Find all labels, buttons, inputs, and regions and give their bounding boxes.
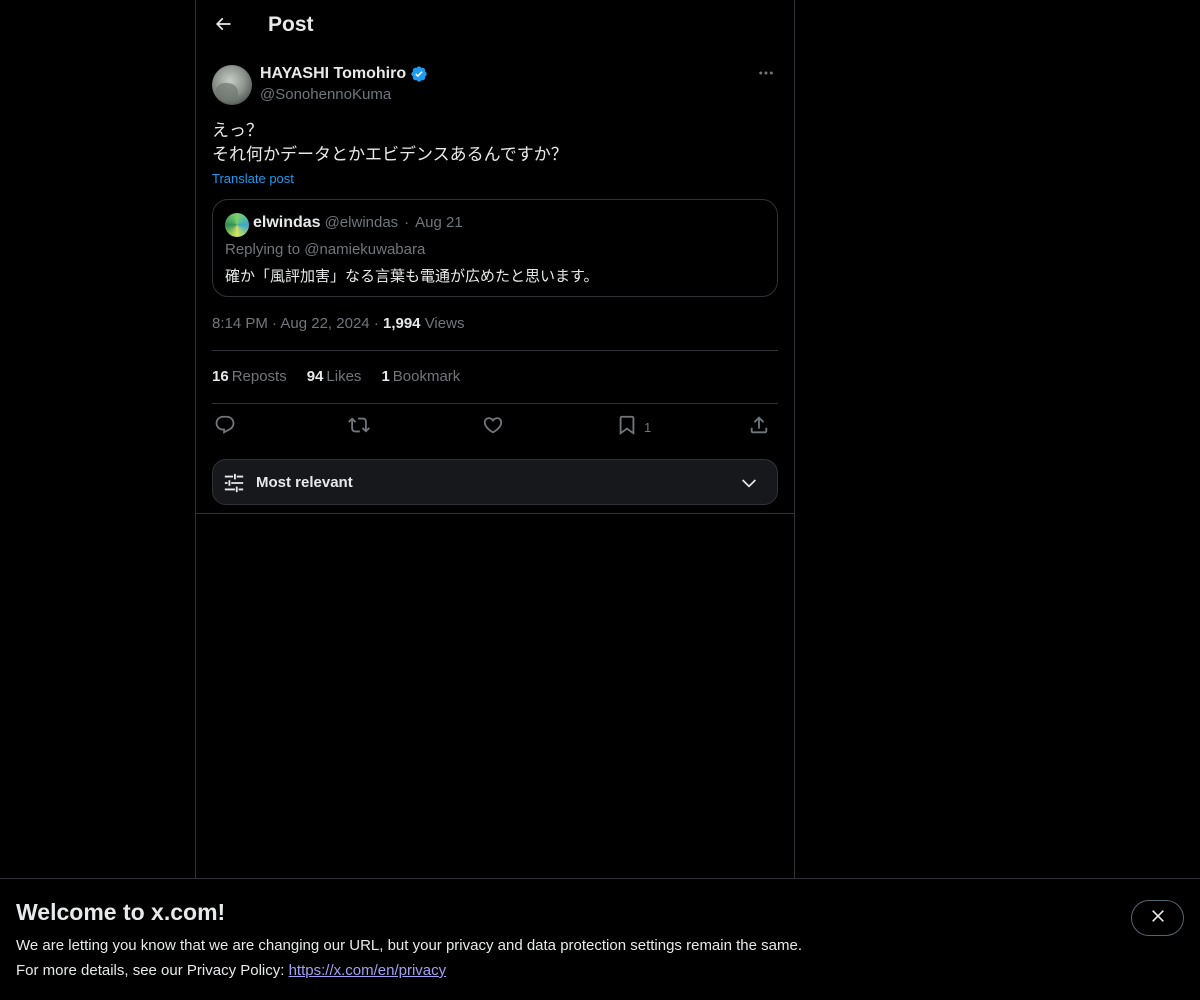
views-label: Views bbox=[424, 315, 465, 332]
share-button[interactable] bbox=[748, 414, 770, 440]
arrow-left-icon bbox=[213, 14, 233, 39]
share-icon bbox=[748, 414, 770, 441]
reply-icon bbox=[214, 414, 236, 441]
sort-label: Most relevant bbox=[256, 474, 353, 491]
post-stats: 16 Reposts 94 Likes 1 Bookmark bbox=[212, 368, 460, 385]
likes-count: 94 bbox=[306, 368, 324, 385]
quoted-post[interactable]: elwindas @elwindas · Aug 21 Replying to … bbox=[212, 199, 778, 297]
repost-button[interactable] bbox=[348, 414, 370, 440]
privacy-policy-link[interactable]: https://x.com/en/privacy bbox=[289, 962, 447, 979]
top-bar: Post bbox=[196, 0, 794, 53]
quote-avatar bbox=[225, 213, 249, 237]
heart-icon bbox=[482, 414, 504, 441]
post-text: えっ？ それ何かデータとかエビデンスあるんですか？ bbox=[212, 121, 568, 164]
banner-message: We are letting you know that we are chan… bbox=[16, 937, 802, 954]
quote-text: 確か「風評加害」なる言葉も電通が広めたと思います。 bbox=[225, 268, 599, 285]
separator-dot: · bbox=[404, 214, 410, 231]
bookmark-count: 1 bbox=[644, 419, 652, 435]
close-icon bbox=[1150, 908, 1166, 929]
avatar[interactable] bbox=[212, 65, 252, 105]
quote-date: Aug 21 bbox=[415, 214, 463, 231]
banner-title: Welcome to x.com! bbox=[16, 899, 226, 925]
divider bbox=[196, 513, 794, 514]
bookmark-button[interactable]: 1 bbox=[616, 414, 651, 440]
url-change-banner: Welcome to x.com! We are letting you kno… bbox=[0, 878, 1200, 1000]
main-column: Post HAYASHI Tomohiro @SonohennoKuma えっ？… bbox=[195, 0, 795, 1000]
reply-button[interactable] bbox=[214, 414, 236, 440]
quote-author-handle: @elwindas bbox=[324, 214, 399, 231]
back-button[interactable] bbox=[206, 9, 240, 43]
more-button[interactable] bbox=[754, 64, 778, 86]
quote-replying-to: Replying to @namiekuwabara bbox=[225, 241, 426, 258]
sort-replies-dropdown[interactable]: Most relevant bbox=[212, 459, 778, 505]
close-banner-button[interactable] bbox=[1131, 900, 1184, 936]
like-button[interactable] bbox=[482, 414, 504, 440]
views-count: 1,994 bbox=[382, 315, 421, 332]
bookmarks-count: 1 bbox=[381, 368, 390, 385]
reposts-stat[interactable]: 16 Reposts bbox=[212, 368, 287, 385]
reposts-label: Reposts bbox=[231, 368, 287, 385]
likes-label: Likes bbox=[326, 368, 362, 385]
page-title: Post bbox=[268, 13, 314, 36]
reposts-count: 16 bbox=[212, 368, 229, 385]
repost-icon bbox=[348, 414, 370, 441]
author-name-row[interactable]: HAYASHI Tomohiro bbox=[260, 65, 428, 83]
sliders-icon bbox=[223, 472, 245, 499]
quote-header: elwindas @elwindas · Aug 21 bbox=[253, 214, 463, 232]
banner-policy-prefix: For more details, see our Privacy Policy… bbox=[16, 962, 289, 979]
post-time[interactable]: 8:14 PM bbox=[212, 315, 268, 332]
verified-badge-icon bbox=[410, 65, 428, 83]
chevron-down-icon bbox=[739, 474, 759, 497]
banner-policy-line: For more details, see our Privacy Policy… bbox=[16, 962, 446, 979]
quote-author-name: elwindas bbox=[253, 214, 321, 231]
post-author: HAYASHI Tomohiro @SonohennoKuma bbox=[212, 64, 778, 106]
separator-dot: · bbox=[373, 315, 383, 332]
bookmarks-stat[interactable]: 1 Bookmark bbox=[381, 368, 460, 385]
post-date[interactable]: Aug 22, 2024 bbox=[280, 315, 369, 332]
divider bbox=[212, 350, 778, 351]
more-horizontal-icon bbox=[757, 64, 775, 87]
bookmarks-label: Bookmark bbox=[392, 368, 461, 385]
author-name[interactable]: HAYASHI Tomohiro bbox=[260, 65, 406, 83]
divider bbox=[212, 403, 778, 404]
likes-stat[interactable]: 94 Likes bbox=[307, 368, 362, 385]
translate-post-link[interactable]: Translate post bbox=[212, 171, 294, 186]
author-handle[interactable]: @SonohennoKuma bbox=[260, 86, 391, 103]
action-bar: 1 bbox=[212, 414, 778, 440]
bookmark-icon bbox=[616, 414, 638, 441]
post-meta: 8:14 PM · Aug 22, 2024 · 1,994 Views bbox=[212, 315, 464, 332]
